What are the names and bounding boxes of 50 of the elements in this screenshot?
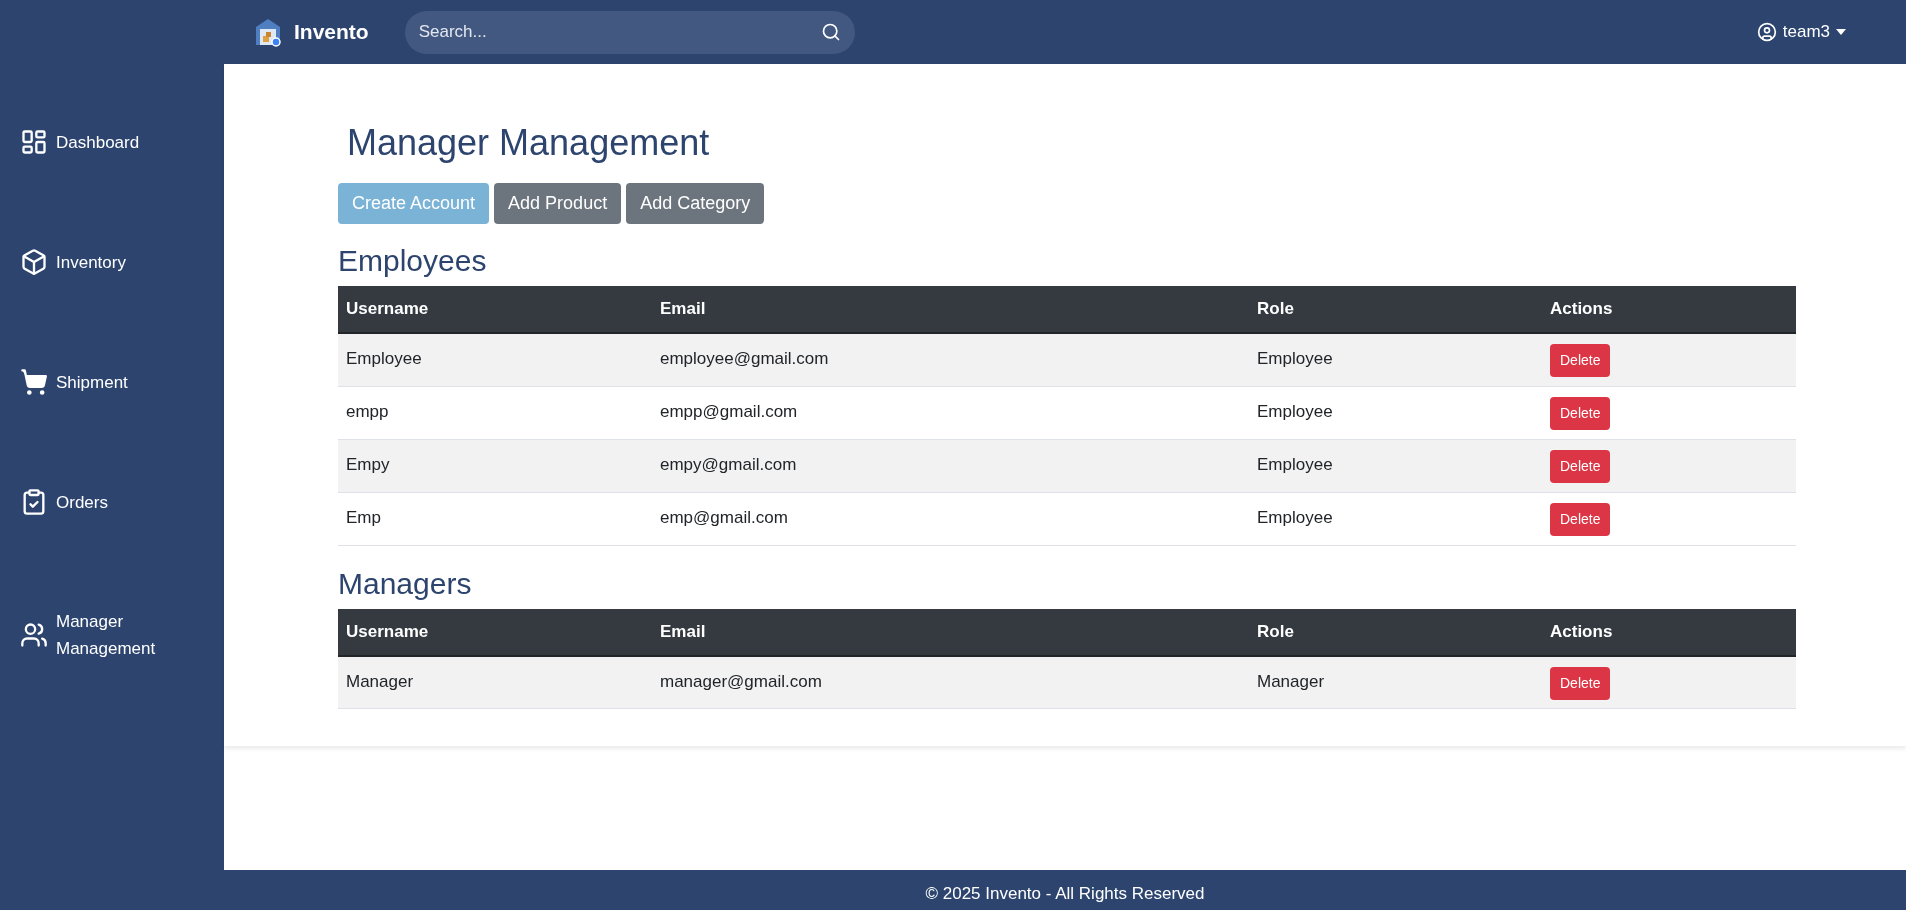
- delete-button[interactable]: Delete: [1550, 344, 1611, 377]
- table-cell: Emp: [346, 507, 381, 527]
- table-cell: Manager: [1257, 671, 1325, 691]
- table-cell: Employee: [346, 349, 422, 368]
- sidebar-item[interactable]: Manager Management: [20, 608, 190, 662]
- sidebar-item[interactable]: Orders: [20, 488, 190, 516]
- section-heading: Managers: [338, 565, 473, 602]
- column-header: Username: [338, 608, 652, 656]
- table-cell: employee@gmail.com: [660, 349, 829, 368]
- column-header: Email: [652, 286, 1249, 333]
- sidebar-item[interactable]: Shipment: [20, 368, 190, 396]
- delete-button[interactable]: Delete: [1550, 396, 1611, 430]
- table-cell: empp@gmail.com: [660, 401, 798, 421]
- cart-icon: [20, 368, 48, 396]
- table-cell: manager@gmail.com: [660, 671, 822, 691]
- column-header: Username: [338, 286, 652, 333]
- table-cell: empp: [346, 401, 389, 421]
- sidebar-item[interactable]: Dashboard: [20, 128, 190, 156]
- box-icon: [20, 248, 48, 276]
- column-header: Email: [652, 608, 1249, 656]
- search-icon: [820, 21, 841, 42]
- table-cell: Employee: [1257, 507, 1333, 527]
- action-button[interactable]: Add Product: [494, 183, 622, 224]
- table-cell: emp@gmail.com: [660, 507, 788, 527]
- search-field[interactable]: Search...: [404, 10, 855, 54]
- column-header: Actions: [1542, 608, 1796, 656]
- column-header: Role: [1249, 608, 1542, 656]
- users-icon: [20, 621, 48, 649]
- user-menu[interactable]: team3: [1756, 19, 1846, 45]
- action-button[interactable]: Add Category: [626, 183, 765, 224]
- table-cell: Employee: [1257, 349, 1333, 368]
- table-cell: Empy: [346, 454, 390, 474]
- user-icon: [1756, 22, 1777, 42]
- copyright-text: © 2025 Invento - All Rights Reserved: [925, 882, 1205, 905]
- table-cell: Manager: [346, 671, 414, 691]
- brand-name: Invento: [294, 19, 369, 46]
- warehouse-logo-icon: [254, 17, 282, 47]
- delete-button[interactable]: Delete: [1550, 666, 1611, 700]
- column-header: Actions: [1542, 286, 1796, 333]
- page-title: Manager Management: [347, 121, 711, 165]
- table-cell: empy@gmail.com: [660, 454, 797, 474]
- delete-button[interactable]: Delete: [1550, 502, 1611, 536]
- dashboard-icon: [20, 128, 48, 156]
- table-cell: Employee: [1257, 401, 1333, 421]
- delete-button[interactable]: Delete: [1550, 449, 1611, 483]
- table-cell: Employee: [1257, 454, 1333, 474]
- column-header: Role: [1249, 286, 1542, 333]
- section-heading: Employees: [338, 243, 488, 279]
- sidebar-item[interactable]: Inventory: [20, 248, 190, 276]
- caret-icon: [1836, 29, 1846, 35]
